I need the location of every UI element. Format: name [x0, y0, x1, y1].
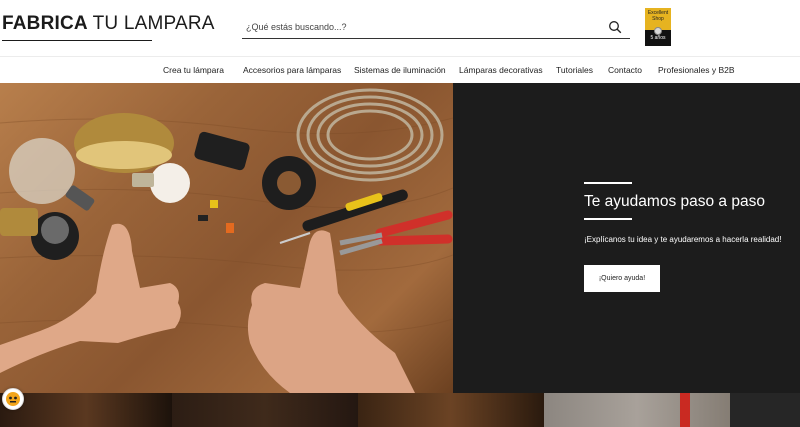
- hero-title: Te ayudamos paso a paso: [584, 193, 765, 210]
- hero-image: [0, 83, 453, 393]
- category-tile-1[interactable]: [0, 393, 172, 427]
- logo-text-regular: TU LAMPARA: [92, 13, 215, 34]
- hero-divider-bottom: [584, 218, 632, 220]
- excellent-shop-badge[interactable]: Excellent Shop 5 años: [645, 8, 671, 46]
- logo-text: FABRICA TU LAMPARA: [2, 13, 214, 35]
- nav-item-contacto[interactable]: Contacto: [608, 65, 642, 75]
- chat-robot-icon: [6, 392, 20, 406]
- badge-line-2: Shop: [652, 16, 664, 22]
- nav-item-sistemas[interactable]: Sistemas de iluminación: [354, 65, 446, 75]
- hero-banner: Te ayudamos paso a paso ¡Explícanos tu i…: [0, 83, 800, 393]
- chat-widget-button[interactable]: [2, 388, 24, 410]
- category-strip: [0, 393, 800, 427]
- tile-red-cable: [680, 393, 690, 427]
- nav-item-profesionales[interactable]: Profesionales y B2B: [658, 65, 735, 75]
- search-bar: [242, 15, 630, 39]
- main-nav: Crea tu lámpara Accesorios para lámparas…: [0, 56, 800, 83]
- category-tile-5[interactable]: [730, 393, 800, 427]
- badge-label: Excellent Shop: [645, 10, 671, 22]
- nav-item-tutoriales[interactable]: Tutoriales: [556, 65, 593, 75]
- site-header: FABRICA TU LAMPARA Excellent Shop 5 años: [0, 0, 800, 56]
- hero-panel: Te ayudamos paso a paso ¡Explícanos tu i…: [453, 83, 800, 393]
- category-tile-2[interactable]: [172, 393, 358, 427]
- hero-illustration: [0, 88, 453, 393]
- badge-years: 5 años: [650, 35, 666, 41]
- hero-subtitle: ¡Explícanos tu idea y te ayudaremos a ha…: [584, 235, 782, 244]
- logo-text-bold: FABRICA: [2, 13, 93, 34]
- site-logo[interactable]: FABRICA TU LAMPARA: [2, 13, 214, 43]
- category-tile-4[interactable]: [544, 393, 730, 427]
- badge-seal-icon: [654, 27, 662, 35]
- logo-underline: [2, 40, 152, 41]
- nav-item-accesorios[interactable]: Accesorios para lámparas: [243, 65, 341, 75]
- hero-divider-top: [584, 182, 632, 184]
- nav-item-crea-tu-lampara[interactable]: Crea tu lámpara: [163, 65, 224, 75]
- nav-item-decorativas[interactable]: Lámparas decorativas: [459, 65, 543, 75]
- search-input[interactable]: [246, 18, 596, 36]
- category-tile-3[interactable]: [358, 393, 544, 427]
- search-icon[interactable]: [608, 20, 622, 34]
- help-button[interactable]: ¡Quiero ayuda!: [584, 265, 660, 292]
